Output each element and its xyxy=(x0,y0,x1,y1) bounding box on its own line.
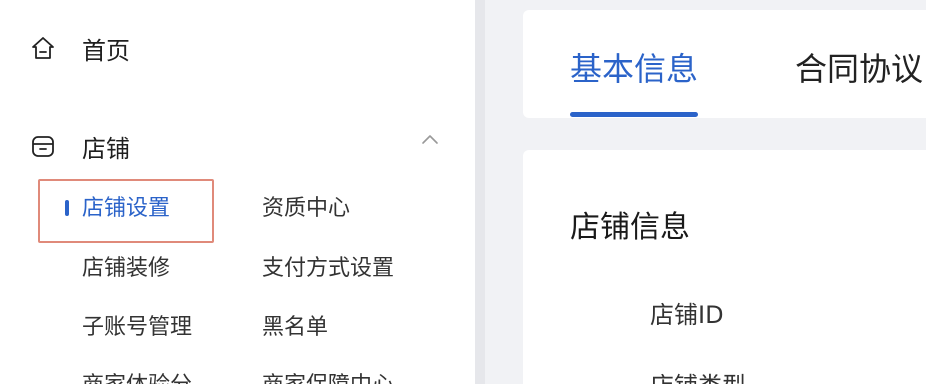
sidebar-item-home-label: 首页 xyxy=(82,36,130,65)
submenu-item-shop-settings[interactable]: 店铺设置 xyxy=(82,193,170,225)
submenu-item-qualification-center[interactable]: 资质中心 xyxy=(262,193,350,225)
active-tab-indicator xyxy=(570,112,698,117)
submenu-item-payment-settings[interactable]: 支付方式设置 xyxy=(262,253,394,285)
sidebar-item-shop[interactable]: 店铺 xyxy=(30,126,130,166)
submenu-item-merchant-experience-score[interactable]: 商家体验分 xyxy=(82,370,192,384)
tab-basic-info[interactable]: 基本信息 xyxy=(570,44,698,90)
active-item-marker xyxy=(65,200,69,216)
sidebar-item-shop-label: 店铺 xyxy=(82,134,130,163)
sidebar-item-home[interactable]: 首页 xyxy=(30,28,130,68)
store-icon xyxy=(32,136,54,157)
sidebar-divider xyxy=(475,0,485,384)
submenu-item-merchant-protection-center[interactable]: 商家保障中心 xyxy=(262,370,394,384)
section-title: 店铺信息 xyxy=(570,210,690,245)
shop-info-card xyxy=(523,150,926,384)
chevron-up-icon[interactable] xyxy=(420,132,440,146)
field-label-shop-type: 店铺类型 xyxy=(650,366,746,384)
submenu-item-blacklist[interactable]: 黑名单 xyxy=(262,312,328,344)
submenu-item-sub-account-management[interactable]: 子账号管理 xyxy=(82,312,192,344)
tab-contract[interactable]: 合同协议 xyxy=(795,44,923,90)
home-icon xyxy=(32,37,54,59)
submenu-item-shop-decoration[interactable]: 店铺装修 xyxy=(82,253,170,285)
field-label-shop-id: 店铺ID xyxy=(650,301,724,329)
